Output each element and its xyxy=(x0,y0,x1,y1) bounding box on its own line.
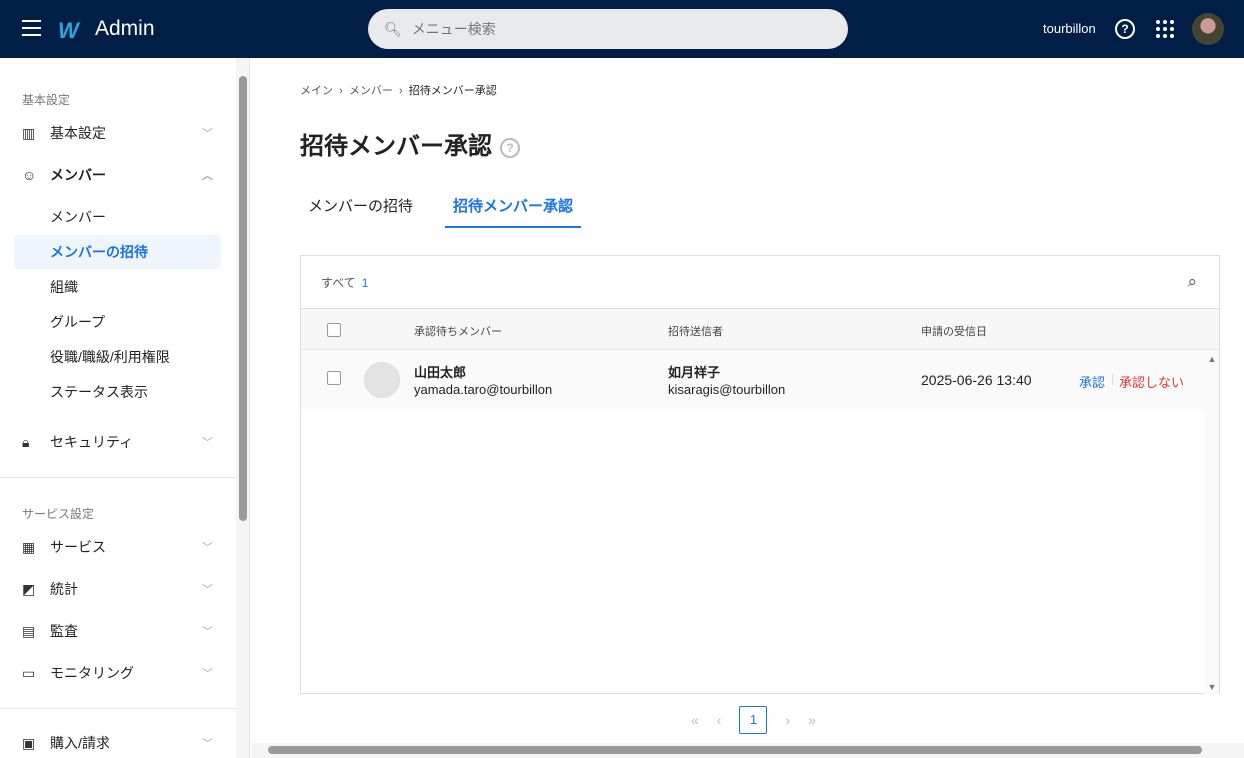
scroll-thumb[interactable] xyxy=(239,76,247,521)
divider xyxy=(0,477,236,478)
help-icon[interactable]: ? xyxy=(500,137,520,158)
sidebar-item-security[interactable]: 🔒︎ セキュリティ ﹀ xyxy=(14,425,221,459)
sidebar-sub-roles[interactable]: 役職/職級/利用権限 xyxy=(14,340,221,374)
separator: | xyxy=(1111,371,1115,386)
search-icon[interactable]: ⌕ xyxy=(1187,272,1197,292)
divider xyxy=(0,708,236,709)
grid-icon: ▦ xyxy=(22,538,36,555)
chevron-up-icon: ︿ xyxy=(202,170,213,182)
header-date: 申請の受信日 xyxy=(921,326,987,338)
sender-email: kisaragis@tourbillon xyxy=(668,382,786,397)
chevron-down-icon: ﹀ xyxy=(202,542,213,554)
sidebar-item-billing[interactable]: ▣ 購入/請求 ﹀ xyxy=(14,726,221,758)
app-title: Admin xyxy=(95,17,155,40)
lock-icon: 🔒︎ xyxy=(22,433,30,450)
filter-label: すべて xyxy=(321,276,356,290)
received-date: 2025-06-26 13:40 xyxy=(921,372,1032,388)
scroll-thumb[interactable] xyxy=(268,746,1202,754)
label: 購入/請求 xyxy=(50,735,110,751)
sidebar-sub-status[interactable]: ステータス表示 xyxy=(14,375,221,409)
first-page-icon[interactable]: « xyxy=(691,712,699,728)
sidebar-sub-group[interactable]: グループ xyxy=(14,305,221,339)
member-name: 山田太郎 xyxy=(414,365,467,380)
sidebar-sub-org[interactable]: 組織 xyxy=(14,270,221,304)
audit-icon: ▤ xyxy=(22,622,36,639)
member-avatar xyxy=(364,362,400,398)
sidebar-sub-members[interactable]: メンバー xyxy=(14,200,221,234)
help-icon[interactable]: ? xyxy=(1115,19,1135,39)
label: 監査 xyxy=(50,623,78,639)
chevron-down-icon: ﹀ xyxy=(202,626,213,638)
monitor-icon: ▭ xyxy=(22,664,36,681)
crumb-members[interactable]: メンバー xyxy=(349,85,393,97)
sidebar-sub-invite[interactable]: メンバーの招待 xyxy=(14,235,221,269)
label: 基本設定 xyxy=(50,125,106,141)
sidebar-item-audit[interactable]: ▤ 監査 ﹀ xyxy=(14,614,221,648)
search-icon: 🔍︎ xyxy=(384,20,402,37)
sidebar-item-monitoring[interactable]: ▭ モニタリング ﹀ xyxy=(14,656,221,690)
user-avatar[interactable] xyxy=(1192,13,1224,45)
table-header: 承認待ちメンバー 招待送信者 申請の受信日 xyxy=(301,308,1219,350)
approve-link[interactable]: 承認 xyxy=(1079,372,1105,391)
label: セキュリティ xyxy=(50,434,134,450)
chevron-down-icon: ﹀ xyxy=(202,584,213,596)
sidebar-item-stats[interactable]: ◩ 統計 ﹀ xyxy=(14,572,221,606)
chevron-down-icon: ﹀ xyxy=(202,437,213,449)
sidebar-item-service[interactable]: ▦ サービス ﹀ xyxy=(14,530,221,564)
next-page-icon[interactable]: › xyxy=(785,712,790,728)
last-page-icon[interactable]: » xyxy=(808,712,816,728)
username[interactable]: tourbillon xyxy=(1043,21,1096,36)
users-icon: ☺ xyxy=(22,167,37,183)
approval-table-card: すべて 1 ⌕ 承認待ちメンバー 招待送信者 申請の受信日 山田太郎 yamada… xyxy=(300,255,1220,694)
crumb-current: 招待メンバー承認 xyxy=(408,85,497,97)
header-member: 承認待ちメンバー xyxy=(414,326,502,338)
pagination: « ‹ 1 › » xyxy=(691,706,816,734)
chevron-down-icon: ﹀ xyxy=(202,128,213,140)
filter-count: 1 xyxy=(361,276,369,290)
section-label: 基本設定 xyxy=(22,93,71,107)
filter-all[interactable]: すべて 1 xyxy=(321,274,368,291)
header-sender: 招待送信者 xyxy=(668,326,723,338)
main-content: メイン › メンバー › 招待メンバー承認 招待メンバー承認? メンバーの招待 … xyxy=(251,58,1244,743)
chevron-down-icon: ﹀ xyxy=(202,668,213,680)
page-button[interactable]: 1 xyxy=(739,706,768,734)
sidebar-scrollbar[interactable] xyxy=(236,58,250,758)
label: サービス xyxy=(50,539,106,555)
label: モニタリング xyxy=(50,665,134,681)
member-email: yamada.taro@tourbillon xyxy=(414,382,553,397)
label: メンバー xyxy=(50,167,106,183)
menu-icon[interactable] xyxy=(22,20,41,36)
top-bar: W Admin 🔍︎ tourbillon ? xyxy=(0,0,1244,58)
search-input[interactable] xyxy=(411,21,812,37)
logo-icon: W xyxy=(58,18,79,43)
label: 統計 xyxy=(50,581,78,597)
horizontal-scrollbar[interactable] xyxy=(251,743,1244,758)
table-scrollbar[interactable]: ▲ ▼ xyxy=(1205,350,1219,694)
row-checkbox[interactable] xyxy=(327,371,341,385)
prev-page-icon[interactable]: ‹ xyxy=(717,712,722,728)
tab-invite[interactable]: メンバーの招待 xyxy=(300,195,421,226)
tab-approve[interactable]: 招待メンバー承認 xyxy=(445,195,582,228)
menu-search[interactable]: 🔍︎ xyxy=(368,9,848,49)
chart-icon: ◩ xyxy=(22,580,36,597)
select-all-checkbox[interactable] xyxy=(327,323,341,337)
wallet-icon: ▣ xyxy=(22,734,36,751)
sidebar-item-basic[interactable]: ▥ 基本設定 ﹀ xyxy=(14,116,221,150)
apps-grid-icon[interactable] xyxy=(1156,20,1174,38)
chevron-down-icon: ﹀ xyxy=(202,738,213,750)
sender-name: 如月祥子 xyxy=(668,365,721,380)
breadcrumb: メイン › メンバー › 招待メンバー承認 xyxy=(300,85,497,97)
reject-link[interactable]: 承認しない xyxy=(1119,372,1184,391)
title-text: 招待メンバー承認 xyxy=(300,133,492,160)
sidebar-item-members[interactable]: ☺ メンバー ︿ xyxy=(14,158,221,192)
sidebar: 基本設定 ▥ 基本設定 ﹀ ☺ メンバー ︿ メンバー メンバーの招待 組織 グループ … xyxy=(0,58,236,758)
building-icon: ▥ xyxy=(22,124,36,141)
section-label: サービス設定 xyxy=(22,507,95,521)
table-row: 山田太郎 yamada.taro@tourbillon 如月祥子 kisarag… xyxy=(301,350,1205,411)
crumb-main[interactable]: メイン xyxy=(300,85,333,97)
page-title: 招待メンバー承認? xyxy=(300,126,520,161)
